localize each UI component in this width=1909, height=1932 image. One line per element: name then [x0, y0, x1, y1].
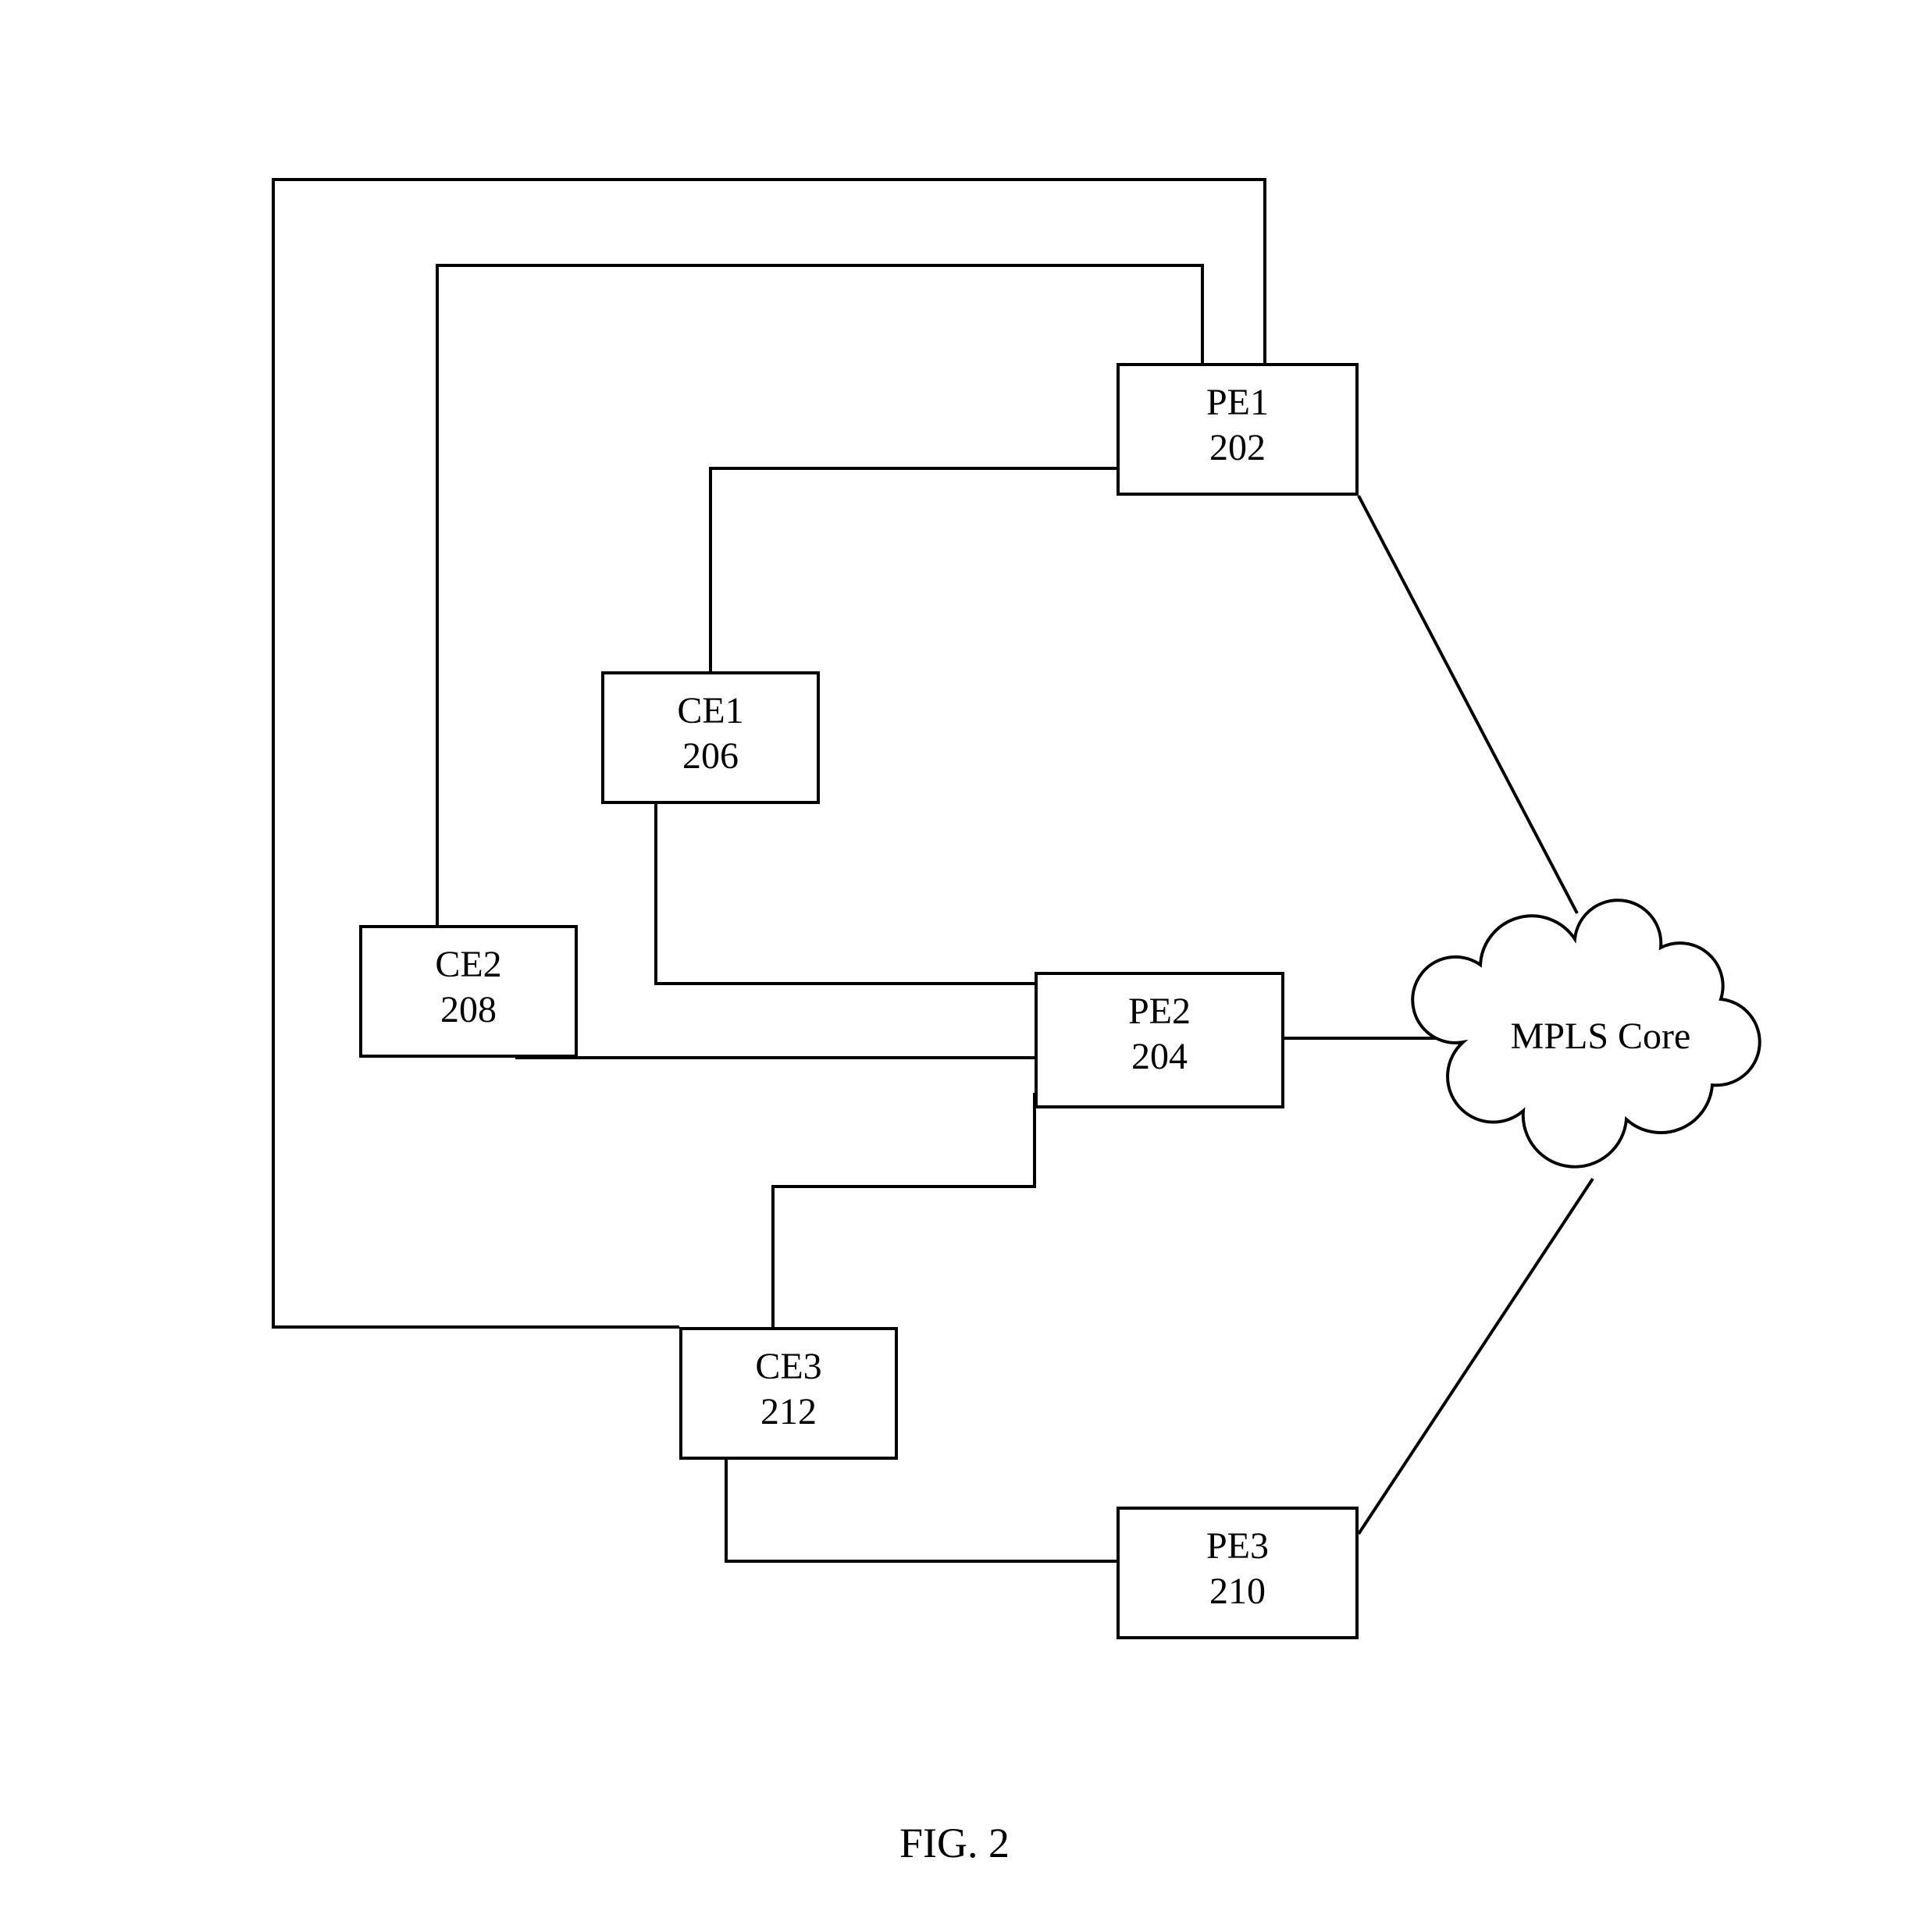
node-pe2: PE2 204	[1035, 972, 1284, 1108]
node-pe3-name: PE3	[1120, 1524, 1355, 1569]
node-ce2-name: CE2	[362, 942, 575, 987]
node-ce3: CE3 212	[679, 1327, 898, 1460]
node-mpls-core: MPLS Core	[1460, 1015, 1741, 1058]
node-ce2: CE2 208	[359, 925, 578, 1058]
node-pe1-num: 202	[1120, 425, 1355, 471]
node-pe2-name: PE2	[1038, 989, 1281, 1034]
node-pe2-num: 204	[1038, 1034, 1281, 1080]
connectors	[0, 0, 1909, 1932]
node-pe3: PE3 210	[1117, 1507, 1359, 1639]
node-mpls-core-label: MPLS Core	[1511, 1016, 1691, 1057]
node-ce1-num: 206	[604, 734, 817, 779]
figure-caption: FIG. 2	[0, 1819, 1909, 1867]
node-pe3-num: 210	[1120, 1569, 1355, 1614]
node-ce3-num: 212	[682, 1389, 895, 1435]
node-ce1-name: CE1	[604, 688, 817, 734]
node-ce3-name: CE3	[682, 1344, 895, 1389]
node-ce1: CE1 206	[601, 671, 820, 804]
node-ce2-num: 208	[362, 987, 575, 1033]
diagram-stage: PE1 202 CE1 206 CE2 208 PE2 204 CE3 212 …	[0, 0, 1909, 1932]
node-pe1: PE1 202	[1117, 363, 1359, 496]
node-pe1-name: PE1	[1120, 380, 1355, 425]
